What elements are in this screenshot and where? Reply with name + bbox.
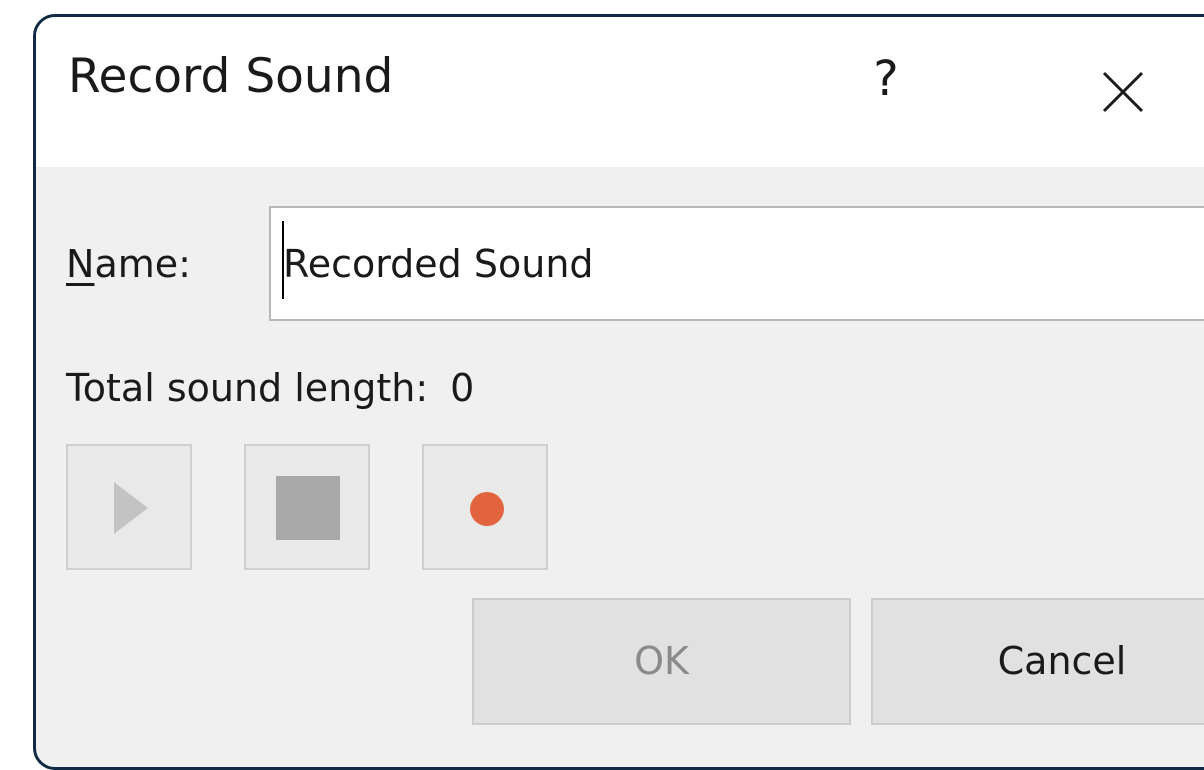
help-button[interactable]: ? <box>866 55 906 115</box>
stop-icon <box>276 476 340 540</box>
close-button[interactable] <box>1098 67 1148 117</box>
record-sound-dialog: Record Sound ? Name: Total sound length:… <box>33 14 1204 770</box>
name-input[interactable] <box>269 206 1204 321</box>
sound-length-value: 0 <box>450 366 475 410</box>
close-icon <box>1102 71 1144 113</box>
play-icon <box>114 482 148 534</box>
name-label-rest: ame: <box>94 242 191 286</box>
text-caret <box>282 221 284 299</box>
play-button[interactable] <box>66 444 192 570</box>
stop-button[interactable] <box>244 444 370 570</box>
sound-length-label: Total sound length: <box>66 366 429 410</box>
cancel-button[interactable]: Cancel <box>871 598 1204 725</box>
record-button[interactable] <box>422 444 548 570</box>
dialog-title: Record Sound <box>68 49 394 104</box>
total-sound-length: Total sound length: 0 <box>66 369 474 407</box>
ok-button[interactable]: OK <box>472 598 851 725</box>
name-label-mnemonic: N <box>66 242 95 286</box>
record-icon <box>470 492 504 526</box>
name-label: Name: <box>66 245 191 283</box>
title-bar: Record Sound ? <box>36 17 1204 167</box>
